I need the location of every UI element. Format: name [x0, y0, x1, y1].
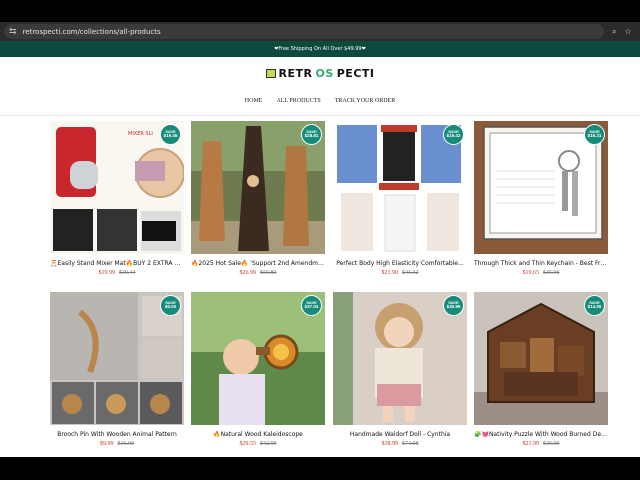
product-image-keychain[interactable]: SAVE $16.31 [474, 121, 608, 254]
product-card[interactable]: SAVE $35.99 Handmade Waldorf Doll - Cynth… [333, 292, 467, 447]
product-price: $21.90 $41.32 [381, 270, 419, 276]
product-image-doll[interactable]: SAVE $35.99 [333, 292, 467, 425]
save-badge: SAVE $6.00 [160, 295, 181, 316]
screen: ⇆ retrospecti.com/collections/all-produc… [0, 0, 640, 480]
save-badge: SAVE $28.81 [301, 124, 322, 145]
product-title[interactable]: 🎅Easily Stand Mixer Mat🔥BUY 2 EXTRA SAV.… [50, 260, 184, 267]
product-price: $26.99 $55.80 [239, 270, 277, 276]
url-field[interactable]: ⇆ retrospecti.com/collections/all-produc… [4, 24, 604, 39]
product-card[interactable]: SAVE $6.00 Brooch Pin With Wooden Animal … [50, 292, 184, 447]
product-title[interactable]: 🧩💓Nativity Puzzle With Wood Burned Desig… [474, 431, 608, 438]
save-badge: SAVE $37.04 [301, 295, 322, 316]
product-card[interactable]: SAVE $16.31 Through Thick and Thin Keycha… [474, 121, 608, 276]
product-card[interactable]: SAVE $19.42 Perfect Body High Elasticity … [333, 121, 467, 276]
product-title[interactable]: 🔥2025 Hot Sale🔥 'Support 2nd Amendment'.… [191, 260, 325, 267]
product-image-kaleidoscope[interactable]: SAVE $37.04 [191, 292, 325, 425]
product-price: $19.65 $35.96 [522, 270, 560, 276]
save-badge: SAVE $14.00 [584, 295, 605, 316]
product-image-body-shaper[interactable]: SAVE $19.42 [333, 121, 467, 254]
header-divider [0, 115, 640, 116]
url-text: retrospecti.com/collections/all-products [22, 27, 161, 36]
product-price: $9.99 $16.99 [100, 441, 134, 447]
product-card[interactable]: MIXER SLI SAVE $19.45 🎅Easily Stand Mixer… [50, 121, 184, 276]
save-badge: SAVE $16.31 [584, 124, 605, 145]
site-header: RETR OS PECTI [0, 57, 640, 90]
product-title[interactable]: Brooch Pin With Wooden Animal Pattern [50, 431, 184, 438]
nav-track-order[interactable]: TRACK YOUR ORDER [335, 98, 395, 104]
product-card[interactable]: SAVE $14.00 🧩💓Nativity Puzzle With Wood B… [474, 292, 608, 447]
search-icon[interactable]: ⌕ [612, 27, 616, 37]
logo-icon [265, 69, 276, 78]
save-badge: SAVE $19.42 [443, 124, 464, 145]
product-title[interactable]: Handmade Waldorf Doll - Cynthia [333, 431, 467, 438]
product-card[interactable]: SAVE $28.81 🔥2025 Hot Sale🔥 'Support 2nd … [191, 121, 325, 276]
product-title[interactable]: Through Thick and Thin Keychain - Best F… [474, 260, 608, 267]
main-nav: HOME ALL PRODUCTS TRACK YOUR ORDER [0, 90, 640, 112]
product-title[interactable]: Perfect Body High Elasticity Comfortable… [333, 260, 467, 267]
bottom-letterbox [0, 457, 640, 480]
product-image-bottle-opener[interactable]: SAVE $28.81 [191, 121, 325, 254]
product-price: $38.99 $74.98 [381, 441, 419, 447]
logo-text-right: PECTI [336, 67, 375, 80]
nav-all-products[interactable]: ALL PRODUCTS [276, 98, 320, 104]
product-title[interactable]: 🔥Natural Wood Kaleidoscope [191, 431, 325, 438]
svg-text:MIXER SLI: MIXER SLI [128, 131, 153, 137]
product-price: $21.99 $35.99 [522, 441, 560, 447]
browser-address-bar: ⇆ retrospecti.com/collections/all-produc… [0, 22, 640, 41]
logo-text-left: RETR [278, 67, 313, 80]
product-card[interactable]: SAVE $37.04 🔥Natural Wood Kaleidoscope $2… [191, 292, 325, 447]
product-image-brooch[interactable]: SAVE $6.00 [50, 292, 184, 425]
announcement-bar: ❤Free Shipping On All Over $49.99❤ [0, 41, 640, 57]
product-image-mixer-mat[interactable]: MIXER SLI SAVE $19.45 [50, 121, 184, 254]
nav-home[interactable]: HOME [245, 98, 263, 104]
star-icon[interactable]: ☆ [624, 27, 631, 37]
site-logo[interactable]: RETR OS PECTI [265, 67, 375, 80]
product-price: $29.55 $42.99 [239, 441, 277, 447]
save-badge: SAVE $35.99 [443, 295, 464, 316]
product-price: $19.99 $39.44 [98, 270, 136, 276]
logo-text-mid: OS [315, 67, 334, 80]
product-image-nativity-puzzle[interactable]: SAVE $14.00 [474, 292, 608, 425]
save-badge: SAVE $19.45 [160, 124, 181, 145]
tune-icon[interactable]: ⇆ [9, 26, 17, 37]
